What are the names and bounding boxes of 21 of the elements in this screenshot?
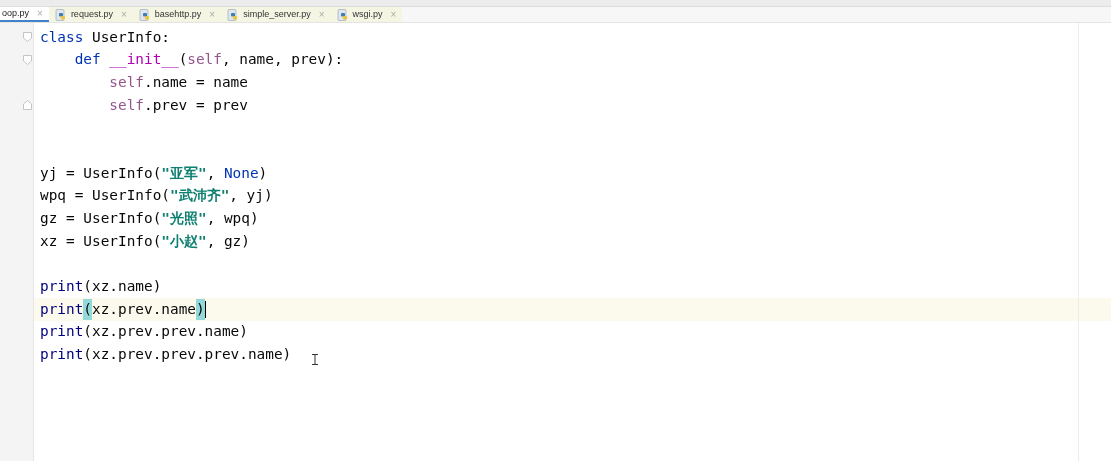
text-caret [204,301,207,319]
code-line: self.prev = prev [108,95,248,115]
file-tab[interactable]: request.py × [48,7,133,22]
file-tab[interactable]: oop.py × [0,7,49,22]
fold-marker-icon[interactable] [23,55,32,66]
code-line: gz = UserInfo("光照", wpq) [40,209,259,229]
code-line: class UserInfo: [40,27,170,47]
code-line: self.name = name [108,72,248,92]
fold-marker-icon[interactable] [23,32,32,43]
file-tab[interactable]: simple_server.py × [221,7,331,22]
code-line: yj = UserInfo("亚军", None) [40,163,268,183]
fold-end-marker-icon[interactable] [23,100,32,111]
code-line: print(xz.prev.prev.name) [40,322,248,342]
code-line: print(xz.name) [40,277,162,297]
code-line: wpq = UserInfo("武沛齐", yj) [40,186,273,206]
file-tab[interactable]: basehttp.py × [132,7,222,22]
file-tab[interactable]: wsgi.py × [330,7,403,22]
code-line: print(xz.prev.prev.prev.name) [40,345,292,365]
text-cursor-icon [312,354,318,365]
code-line: xz = UserInfo("小赵", gz) [40,231,250,251]
code-line: def __init__(self, name, prev): [73,50,344,70]
